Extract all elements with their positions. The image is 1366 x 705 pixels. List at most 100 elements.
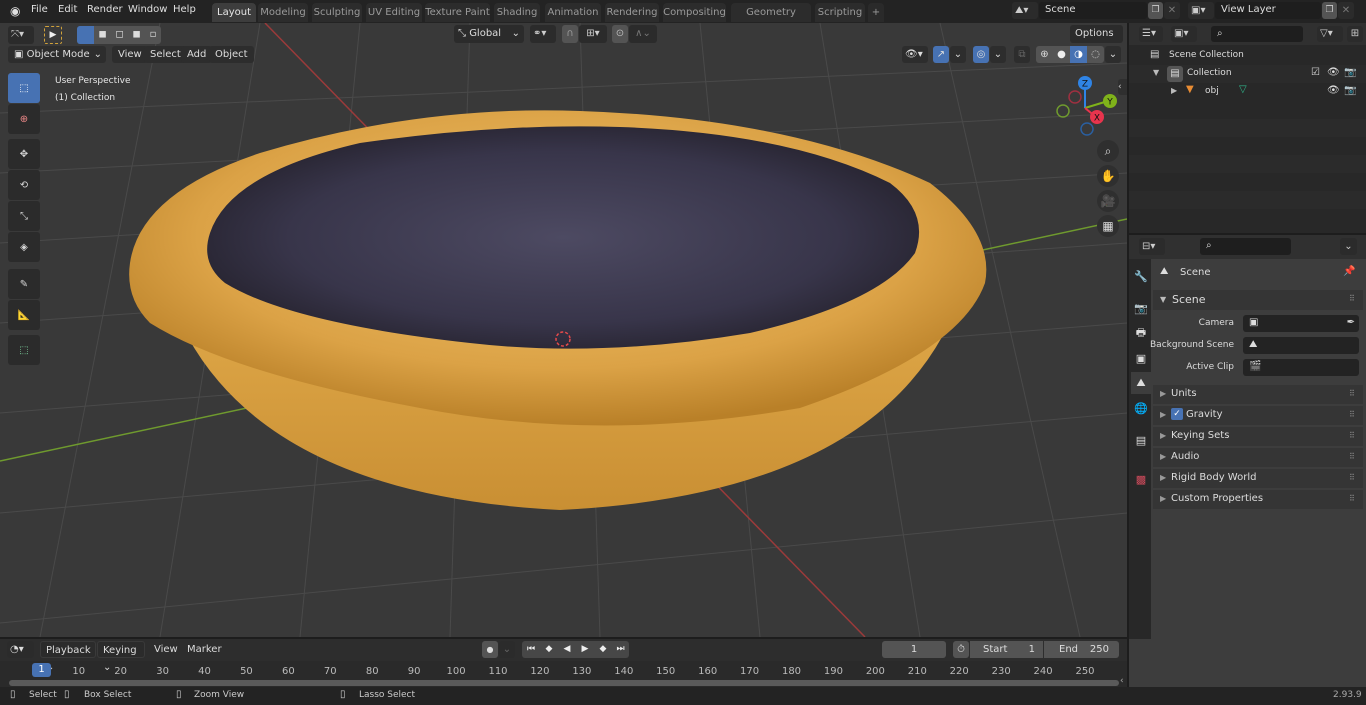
playhead[interactable]: 1: [32, 663, 51, 677]
tab-compositing[interactable]: Compositing: [663, 3, 726, 22]
overlays-dropdown[interactable]: ⌄: [990, 46, 1006, 63]
play-reverse-icon[interactable]: ◀: [558, 641, 576, 658]
tab-texture-paint[interactable]: Texture Paint: [425, 3, 490, 22]
camera-field[interactable]: ▣ ✒: [1243, 315, 1359, 332]
snap-target-dropdown[interactable]: ⊞▾: [579, 25, 607, 43]
tab-geometry-nodes[interactable]: Geometry Nodes: [731, 3, 811, 37]
material-preview-shading-icon[interactable]: ◑: [1070, 46, 1087, 63]
solid-shading-icon[interactable]: ●: [1053, 46, 1070, 63]
drag-grip-icon[interactable]: ⠿: [1349, 294, 1355, 303]
filter-dropdown[interactable]: ▽▾: [1317, 26, 1343, 42]
proportional-edit-toggle[interactable]: ⊙: [612, 25, 628, 43]
start-frame-field[interactable]: Start 1: [970, 641, 1043, 658]
add-workspace-button[interactable]: +: [868, 3, 884, 22]
custom-properties-subpanel[interactable]: ▶ Custom Properties ⠿: [1153, 490, 1363, 509]
outliner-editor-type-button[interactable]: ☰▾: [1139, 26, 1163, 42]
rigid-body-world-subpanel[interactable]: ▶ Rigid Body World ⠿: [1153, 469, 1363, 488]
camera-render-icon[interactable]: 📷: [1344, 85, 1356, 96]
tab-scripting[interactable]: Scripting: [815, 3, 865, 22]
ortho-toggle-button[interactable]: ▦: [1097, 215, 1119, 237]
select-new-icon[interactable]: [77, 26, 94, 44]
zoom-view-button[interactable]: ⌕: [1097, 140, 1119, 162]
blender-logo-icon[interactable]: ◉: [10, 4, 20, 18]
delete-view-layer-button[interactable]: ✕: [1338, 2, 1354, 19]
new-view-layer-button[interactable]: ❐: [1322, 2, 1337, 19]
tool-measure[interactable]: 📐: [8, 300, 40, 330]
outliner-row-obj[interactable]: ▶ ▼ obj ▽ 👁 📷: [1129, 83, 1366, 101]
view-layer-name-field[interactable]: View Layer: [1215, 2, 1321, 19]
editor-type-button[interactable]: ⤧▾: [8, 26, 34, 44]
outliner-row-scene-collection[interactable]: ▤ Scene Collection: [1129, 47, 1366, 65]
camera-view-button[interactable]: 🎥: [1097, 190, 1119, 212]
new-collection-button[interactable]: ⊞: [1347, 26, 1363, 42]
snap-toggle[interactable]: ∩: [562, 25, 578, 43]
end-frame-field[interactable]: End 250: [1044, 641, 1119, 658]
select-subtract-icon[interactable]: ◻: [111, 26, 128, 44]
select-difference-icon[interactable]: ◼: [128, 26, 145, 44]
timeline-editor-type-button[interactable]: ◔▾: [7, 641, 34, 658]
preview-range-toggle[interactable]: ⏱: [953, 641, 969, 658]
timeline-scrollbar[interactable]: [9, 680, 1119, 686]
menu-view[interactable]: View: [112, 46, 148, 63]
outliner-row-collection[interactable]: ▼ ▤ Collection ☑ 👁 📷: [1129, 65, 1366, 83]
gizmo-toggle[interactable]: ↗: [933, 46, 949, 63]
proportional-falloff-dropdown[interactable]: ∧⌄: [629, 25, 657, 43]
playback-menu[interactable]: Playback ⌄: [40, 641, 96, 673]
menu-file[interactable]: File: [31, 4, 48, 15]
new-scene-button[interactable]: ❐: [1148, 2, 1163, 19]
tab-world[interactable]: 🌐: [1131, 397, 1151, 419]
camera-render-icon[interactable]: 📷: [1344, 67, 1356, 78]
properties-options-dropdown[interactable]: ⌄: [1340, 238, 1357, 255]
tool-scale[interactable]: ⤡: [8, 201, 40, 231]
pan-view-button[interactable]: ✋: [1097, 165, 1119, 187]
navigation-gizmo[interactable]: Z Y X: [1050, 73, 1120, 143]
expand-arrow-icon[interactable]: ▼: [1153, 68, 1159, 77]
tool-rotate[interactable]: ⟲: [8, 170, 40, 200]
drag-grip-icon[interactable]: ⠿: [1349, 452, 1355, 461]
play-icon[interactable]: ▶: [576, 641, 594, 658]
outliner-search-input[interactable]: ⌕: [1211, 26, 1303, 42]
scene-name-field[interactable]: Scene: [1039, 2, 1147, 19]
tab-sculpting[interactable]: Sculpting: [312, 3, 362, 22]
current-frame-field[interactable]: 1: [882, 641, 946, 658]
audio-subpanel[interactable]: ▶ Audio ⠿: [1153, 448, 1363, 467]
next-keyframe-icon[interactable]: ◆: [594, 641, 612, 658]
visibility-dropdown[interactable]: 👁▾: [902, 46, 928, 63]
view-layer-selector-button[interactable]: ▣▾: [1188, 2, 1214, 19]
drag-grip-icon[interactable]: ⠿: [1349, 431, 1355, 440]
eye-icon[interactable]: 👁: [1327, 67, 1340, 78]
eye-icon[interactable]: 👁: [1327, 85, 1340, 96]
collapse-arrow-icon[interactable]: ‹: [1120, 676, 1124, 686]
auto-keying-dropdown[interactable]: ⌄: [499, 641, 515, 658]
delete-scene-button[interactable]: ✕: [1164, 2, 1180, 19]
background-scene-field[interactable]: ⛰: [1243, 337, 1359, 354]
tool-add-cube[interactable]: ⬚: [8, 335, 40, 365]
menu-edit[interactable]: Edit: [58, 4, 77, 15]
record-button[interactable]: ●: [482, 641, 498, 658]
timeline-menu-marker[interactable]: Marker: [187, 644, 222, 655]
prev-keyframe-icon[interactable]: ◆: [540, 641, 558, 658]
menu-help[interactable]: Help: [173, 4, 196, 15]
scene-panel-header[interactable]: ▼ Scene ⠿: [1153, 290, 1363, 310]
properties-search-input[interactable]: ⌕: [1200, 238, 1291, 255]
tab-uv-editing[interactable]: UV Editing: [366, 3, 422, 22]
keying-menu[interactable]: Keying ⌄: [97, 641, 145, 673]
gizmo-dropdown[interactable]: ⌄: [950, 46, 966, 63]
pin-icon[interactable]: 📌: [1343, 266, 1355, 277]
tab-render[interactable]: 📷: [1131, 297, 1151, 319]
tool-cursor[interactable]: ⊕: [8, 104, 40, 134]
tab-collection[interactable]: ▤: [1131, 429, 1151, 451]
xray-toggle[interactable]: ⧉: [1014, 46, 1030, 63]
overlays-toggle[interactable]: ◎: [973, 46, 989, 63]
tool-move[interactable]: ✥: [8, 139, 40, 169]
tool-annotate[interactable]: ✎: [8, 269, 40, 299]
wireframe-shading-icon[interactable]: ⊕: [1036, 46, 1053, 63]
tweak-tool-button[interactable]: ▶: [44, 26, 62, 44]
select-extend-icon[interactable]: ◼: [94, 26, 111, 44]
transform-orientation-dropdown[interactable]: ⤡ Global ⌄: [454, 25, 524, 43]
display-mode-dropdown[interactable]: ▣▾: [1171, 26, 1197, 42]
gravity-subpanel[interactable]: ▶ ✓ Gravity ⠿: [1153, 406, 1363, 425]
drag-grip-icon[interactable]: ⠿: [1349, 473, 1355, 482]
properties-editor-type-button[interactable]: ⊟▾: [1139, 238, 1165, 255]
options-dropdown[interactable]: Options ⌄: [1070, 25, 1123, 57]
